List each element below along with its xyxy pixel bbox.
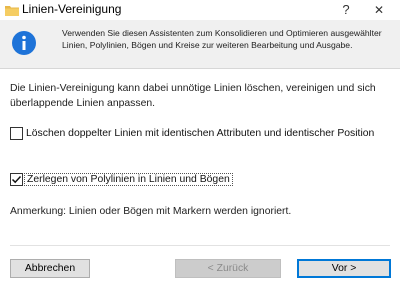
header-description: Verwenden Sie diesen Assistenten zum Kon… [62,28,382,50]
help-button[interactable]: ? [334,0,358,20]
title-bar: Linien-Vereinigung ? ✕ [0,0,400,20]
next-button[interactable]: Vor > [297,259,391,278]
checkmark-icon [11,175,22,183]
explode-polylines-checkbox[interactable] [10,172,23,186]
delete-duplicates-label[interactable]: Löschen doppelter Linien mit identischen… [26,128,374,139]
wizard-header: Verwenden Sie diesen Assistenten zum Kon… [0,20,400,69]
explode-polylines-option[interactable]: Zerlegen von Polylinien in Linien und Bö… [10,171,233,187]
folder-icon [5,3,19,16]
note-text: Anmerkung: Linien oder Bögen mit Markern… [10,206,292,217]
back-button[interactable]: < Zurück [175,259,281,278]
delete-duplicates-option[interactable]: Löschen doppelter Linien mit identischen… [10,125,374,141]
cancel-button[interactable]: Abbrechen [10,259,90,278]
explode-polylines-label[interactable]: Zerlegen von Polylinien in Linien und Bö… [24,172,233,186]
close-button[interactable]: ✕ [367,0,391,20]
divider [10,245,390,246]
info-icon [12,31,36,55]
window-title: Linien-Vereinigung [22,2,122,16]
delete-duplicates-checkbox[interactable] [10,126,23,140]
description-text: Die Linien-Vereinigung kann dabei unnöti… [10,83,376,109]
